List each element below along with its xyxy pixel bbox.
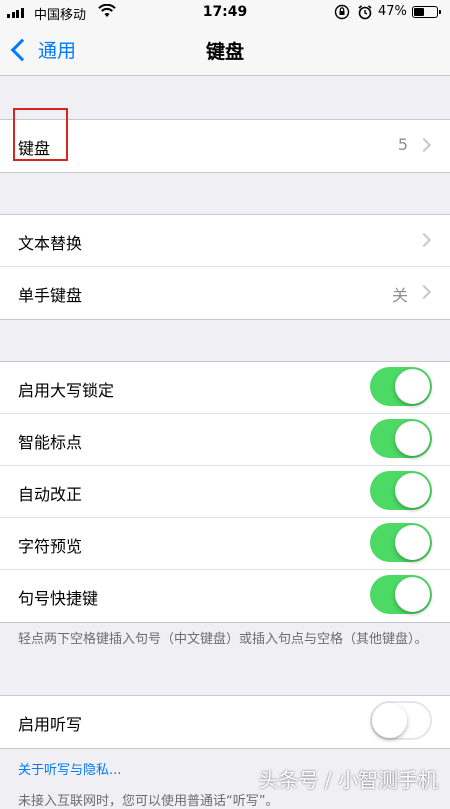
one-handed-keyboard-value: 关 bbox=[391, 286, 408, 305]
smart-punctuation-label: 智能标点 bbox=[18, 433, 83, 452]
caps-lock-label: 启用大写锁定 bbox=[18, 381, 115, 400]
dictation-label: 启用听写 bbox=[18, 715, 83, 734]
character-preview-toggle[interactable] bbox=[370, 523, 432, 562]
chevron-right-icon bbox=[416, 232, 432, 248]
status-bar: 中国移动 17:49 47% bbox=[0, 0, 450, 26]
text-replacement-row[interactable]: 文本替换 bbox=[0, 215, 450, 267]
caps-lock-toggle[interactable] bbox=[370, 367, 432, 406]
page-title: 键盘 bbox=[205, 41, 244, 63]
text-settings-group: 文本替换 单手键盘 关 bbox=[0, 214, 450, 320]
smart-punctuation-toggle[interactable] bbox=[370, 419, 432, 458]
watermark: 头条号 / 小智测手机 bbox=[258, 768, 438, 792]
battery-percentage: 47% bbox=[378, 4, 407, 19]
dictation-row: 启用听写 bbox=[0, 696, 450, 748]
dictation-group: 启用听写 bbox=[0, 695, 450, 749]
auto-correction-label: 自动改正 bbox=[18, 485, 83, 504]
period-shortcut-label: 句号快捷键 bbox=[18, 589, 99, 608]
orientation-lock-icon bbox=[334, 4, 350, 24]
battery-icon bbox=[412, 6, 441, 18]
dictation-privacy-link[interactable]: 关于听写与隐私... bbox=[18, 759, 121, 778]
chevron-right-icon bbox=[416, 137, 432, 153]
alarm-icon bbox=[357, 4, 373, 24]
one-handed-keyboard-label: 单手键盘 bbox=[18, 286, 83, 305]
chevron-right-icon bbox=[416, 284, 432, 300]
one-handed-keyboard-row[interactable]: 单手键盘 关 bbox=[0, 267, 450, 319]
highlight-box bbox=[13, 108, 68, 161]
keyboard-toggles-group: 启用大写锁定 智能标点 自动改正 字符预览 句号快捷键 bbox=[0, 361, 450, 623]
character-preview-row: 字符预览 bbox=[0, 518, 450, 570]
period-shortcut-row: 句号快捷键 bbox=[0, 570, 450, 622]
period-shortcut-toggle[interactable] bbox=[370, 575, 432, 614]
auto-correction-toggle[interactable] bbox=[370, 471, 432, 510]
text-replacement-label: 文本替换 bbox=[18, 234, 83, 253]
keyboards-count: 5 bbox=[397, 135, 408, 154]
smart-punctuation-row: 智能标点 bbox=[0, 414, 450, 466]
period-shortcut-footnote: 轻点两下空格键插入句号（中文键盘）或插入句点与空格（其他键盘）。 bbox=[18, 632, 428, 647]
caps-lock-row: 启用大写锁定 bbox=[0, 362, 450, 414]
navigation-bar: 通用 键盘 bbox=[0, 26, 450, 76]
auto-correction-row: 自动改正 bbox=[0, 466, 450, 518]
keyboards-group: 键盘 5 bbox=[0, 108, 450, 173]
dictation-toggle[interactable] bbox=[370, 701, 432, 740]
character-preview-label: 字符预览 bbox=[18, 537, 83, 556]
keyboards-row[interactable]: 键盘 5 bbox=[0, 108, 450, 172]
